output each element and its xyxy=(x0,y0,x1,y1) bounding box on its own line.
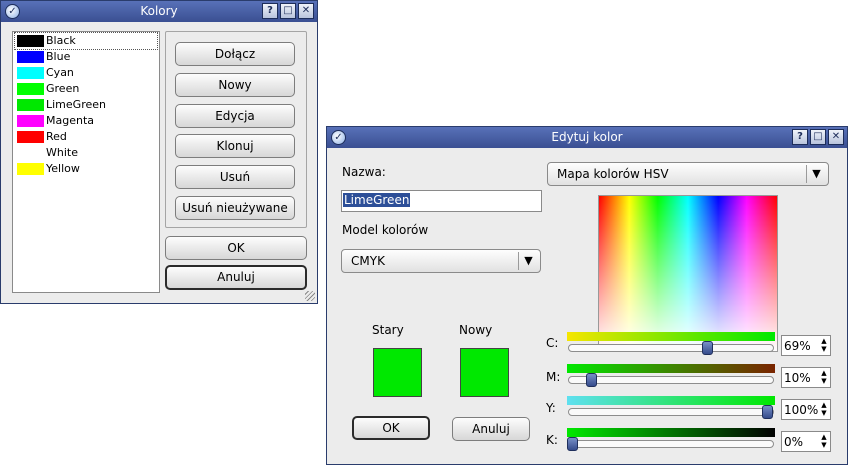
yellow-slider-handle[interactable] xyxy=(762,405,773,419)
black-spinbox[interactable]: 0% ▲ ▼ xyxy=(781,431,831,452)
magenta-slider[interactable] xyxy=(568,376,774,384)
color-swatch xyxy=(17,99,44,111)
yellow-value: 100% xyxy=(784,403,819,417)
list-item-label: Red xyxy=(46,130,67,143)
cyan-spinbox[interactable]: 69% ▲ ▼ xyxy=(781,335,831,356)
help-button[interactable]: ? xyxy=(262,3,278,19)
old-color-label: Stary xyxy=(372,323,404,337)
append-button[interactable]: Dołącz xyxy=(175,42,295,66)
chevron-down-icon[interactable]: ▼ xyxy=(518,252,538,270)
yellow-label: Y: xyxy=(546,401,556,415)
black-slider[interactable] xyxy=(568,440,774,448)
spin-arrows-icon[interactable]: ▲ ▼ xyxy=(819,337,829,354)
list-item[interactable]: Red xyxy=(15,129,157,145)
color-swatch xyxy=(17,35,44,47)
list-item[interactable]: Blue xyxy=(15,49,157,65)
list-item-label: White xyxy=(46,146,78,159)
list-item-label: Blue xyxy=(46,50,71,63)
old-color-swatch xyxy=(373,348,422,397)
close-button[interactable]: ✕ xyxy=(298,3,314,19)
clone-button[interactable]: Klonuj xyxy=(175,134,295,158)
name-input[interactable]: LimeGreen xyxy=(341,190,542,212)
model-label: Model kolorów xyxy=(342,223,429,237)
delete-unused-button[interactable]: Usuń nieużywane xyxy=(175,196,295,220)
edit-button[interactable]: Edycja xyxy=(175,104,295,128)
black-gradient xyxy=(567,428,775,437)
resize-grip-icon[interactable] xyxy=(305,291,315,301)
yellow-slider[interactable] xyxy=(568,408,774,416)
magenta-spinbox[interactable]: 10% ▲ ▼ xyxy=(781,367,831,388)
magenta-slider-handle[interactable] xyxy=(586,373,597,387)
color-swatch xyxy=(17,131,44,143)
color-swatch xyxy=(17,163,44,175)
color-swatch xyxy=(17,67,44,79)
cancel-button[interactable]: Anuluj xyxy=(165,265,307,290)
list-item-label: Green xyxy=(46,82,80,95)
window-title: Edytuj kolor xyxy=(551,130,623,144)
ok-button[interactable]: OK xyxy=(165,236,307,260)
color-swatch xyxy=(17,115,44,127)
cyan-label: C: xyxy=(546,336,559,350)
list-item-label: LimeGreen xyxy=(46,98,106,111)
new-button[interactable]: Nowy xyxy=(175,73,295,97)
model-select-value: CMYK xyxy=(351,254,385,268)
delete-button[interactable]: Usuń xyxy=(175,165,295,189)
yellow-spinbox[interactable]: 100% ▲ ▼ xyxy=(781,399,831,420)
cyan-slider[interactable] xyxy=(568,344,774,352)
color-swatch xyxy=(17,147,44,159)
magenta-value: 10% xyxy=(784,371,811,385)
new-color-swatch xyxy=(460,348,509,397)
color-swatch xyxy=(17,83,44,95)
black-slider-handle[interactable] xyxy=(567,437,578,451)
kolory-titlebar[interactable]: ✓ Kolory ? □ ✕ xyxy=(1,1,317,22)
spin-arrows-icon[interactable]: ▲ ▼ xyxy=(819,401,829,418)
color-swatch xyxy=(17,51,44,63)
list-item-label: Yellow xyxy=(46,162,80,175)
list-item[interactable]: Green xyxy=(15,81,157,97)
color-list[interactable]: Black Blue Cyan Green LimeGreen Magenta … xyxy=(12,31,160,293)
chevron-down-icon[interactable]: ▼ xyxy=(806,165,826,183)
list-item[interactable]: LimeGreen xyxy=(15,97,157,113)
model-select[interactable]: CMYK ▼ xyxy=(341,249,541,273)
colormap-select-value: Mapa kolorów HSV xyxy=(557,167,669,181)
magenta-gradient xyxy=(567,364,775,373)
spin-arrows-icon[interactable]: ▲ ▼ xyxy=(819,369,829,386)
maximize-button[interactable]: □ xyxy=(810,129,826,145)
name-input-value: LimeGreen xyxy=(343,193,411,207)
cyan-value: 69% xyxy=(784,339,811,353)
list-item-label: Black xyxy=(46,34,76,47)
kolory-window: ✓ Kolory ? □ ✕ Black Blue Cyan Green Lim… xyxy=(0,0,318,304)
list-item[interactable]: Cyan xyxy=(15,65,157,81)
list-item-label: Magenta xyxy=(46,114,95,127)
yellow-gradient xyxy=(567,396,775,405)
maximize-button[interactable]: □ xyxy=(280,3,296,19)
help-button[interactable]: ? xyxy=(792,129,808,145)
list-item[interactable]: White xyxy=(15,145,157,161)
edytuj-titlebar[interactable]: ✓ Edytuj kolor ? □ ✕ xyxy=(327,127,847,148)
colormap-select[interactable]: Mapa kolorów HSV ▼ xyxy=(547,162,829,186)
ok-button[interactable]: OK xyxy=(352,416,430,440)
black-label: K: xyxy=(546,433,558,447)
spin-arrows-icon[interactable]: ▲ ▼ xyxy=(819,433,829,450)
name-label: Nazwa: xyxy=(342,165,386,179)
edytuj-kolor-window: ✓ Edytuj kolor ? □ ✕ Nazwa: LimeGreen Mo… xyxy=(326,126,848,465)
list-item[interactable]: Black xyxy=(14,32,158,50)
list-item-label: Cyan xyxy=(46,66,74,79)
cancel-button[interactable]: Anuluj xyxy=(452,417,530,441)
cyan-slider-handle[interactable] xyxy=(702,341,713,355)
new-color-label: Nowy xyxy=(459,323,493,337)
magenta-label: M: xyxy=(546,370,561,384)
hsv-color-map[interactable] xyxy=(598,195,778,352)
list-item[interactable]: Magenta xyxy=(15,113,157,129)
cyan-gradient xyxy=(567,332,775,341)
black-value: 0% xyxy=(784,435,804,449)
close-button[interactable]: ✕ xyxy=(828,129,844,145)
list-item[interactable]: Yellow xyxy=(15,161,157,177)
